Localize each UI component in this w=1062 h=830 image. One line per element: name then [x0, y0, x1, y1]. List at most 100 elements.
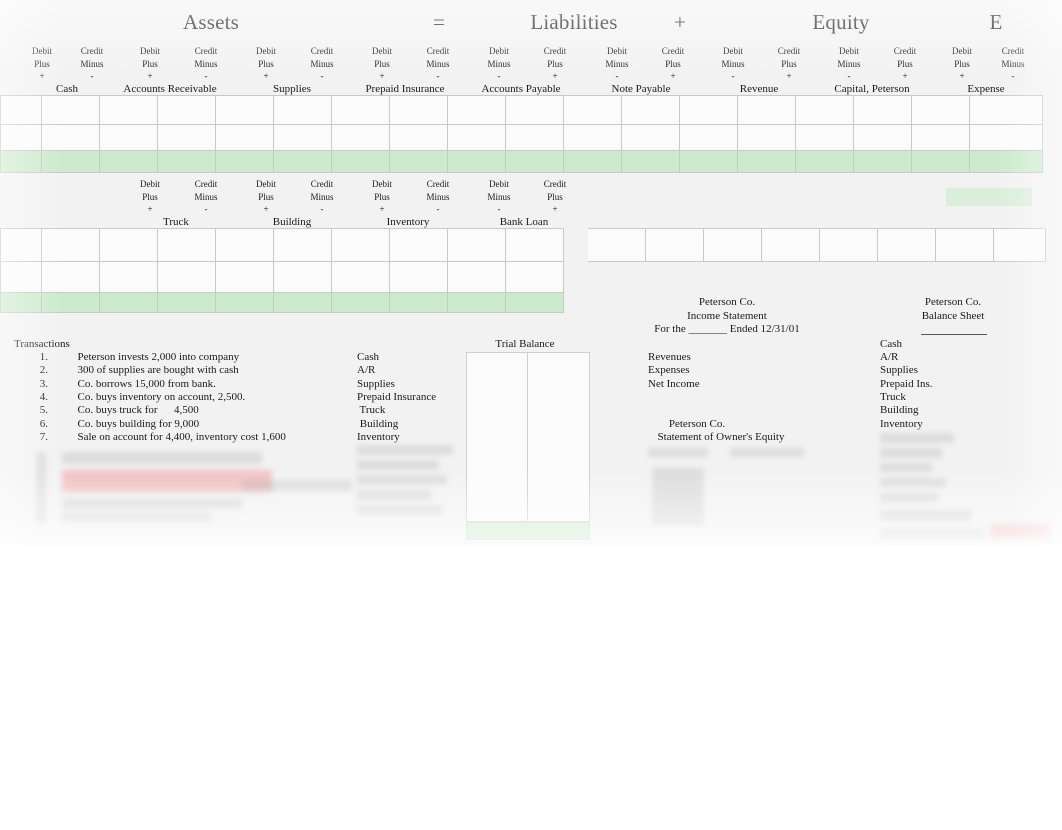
cell[interactable]: [738, 125, 796, 151]
cell[interactable]: [506, 262, 564, 293]
balance-cell[interactable]: [796, 151, 854, 173]
cell[interactable]: [912, 125, 970, 151]
balance-sheet-title: Balance Sheet: [921, 310, 985, 322]
cell[interactable]: [390, 95, 448, 125]
balance-cell[interactable]: [854, 151, 912, 173]
cell[interactable]: [878, 228, 936, 262]
cell[interactable]: [0, 125, 42, 151]
balance-cell[interactable]: [448, 293, 506, 313]
cell[interactable]: [646, 228, 704, 262]
cell[interactable]: [390, 262, 448, 293]
cell[interactable]: [158, 125, 216, 151]
balance-cell[interactable]: [738, 151, 796, 173]
balance-cell[interactable]: [274, 293, 332, 313]
cell[interactable]: [738, 95, 796, 125]
balance-cell[interactable]: [390, 151, 448, 173]
cell[interactable]: [332, 95, 390, 125]
balance-cell[interactable]: [680, 151, 738, 173]
balance-cell[interactable]: [506, 151, 564, 173]
cell[interactable]: [970, 125, 1043, 151]
cell[interactable]: [216, 262, 274, 293]
cell[interactable]: [680, 125, 738, 151]
cell[interactable]: [994, 228, 1046, 262]
balance-cell[interactable]: [332, 151, 390, 173]
trial-balance-credit-column[interactable]: [528, 352, 590, 522]
cell[interactable]: [622, 95, 680, 125]
balance-cell[interactable]: [158, 151, 216, 173]
cell[interactable]: [448, 262, 506, 293]
faded-scan-artifact: [62, 470, 272, 492]
cell[interactable]: [100, 228, 158, 262]
cell[interactable]: [796, 125, 854, 151]
trial-balance-total-row[interactable]: [466, 522, 590, 540]
cell[interactable]: [274, 125, 332, 151]
cell[interactable]: [100, 95, 158, 125]
cell[interactable]: [448, 125, 506, 151]
cell[interactable]: [564, 95, 622, 125]
balance-cell[interactable]: [912, 151, 970, 173]
balance-cell[interactable]: [390, 293, 448, 313]
taccount-row2-data-2: [0, 262, 588, 293]
cell[interactable]: [506, 95, 564, 125]
cell[interactable]: [390, 125, 448, 151]
cell[interactable]: [936, 228, 994, 262]
cell[interactable]: [42, 262, 100, 293]
cell[interactable]: [390, 228, 448, 262]
cell[interactable]: [820, 228, 878, 262]
cell[interactable]: [588, 228, 646, 262]
balance-cell[interactable]: [100, 293, 158, 313]
cell[interactable]: [42, 95, 100, 125]
cell[interactable]: [100, 262, 158, 293]
cell[interactable]: [970, 95, 1043, 125]
cell[interactable]: [216, 125, 274, 151]
cell[interactable]: [274, 262, 332, 293]
cell[interactable]: [796, 95, 854, 125]
cell[interactable]: [332, 228, 390, 262]
transaction-text: Co. buys building for 9,000: [77, 418, 200, 430]
balance-cell[interactable]: [622, 151, 680, 173]
cell[interactable]: [42, 125, 100, 151]
cell[interactable]: [332, 262, 390, 293]
cell[interactable]: [448, 228, 506, 262]
cell[interactable]: [274, 95, 332, 125]
balance-cell[interactable]: [42, 151, 100, 173]
balance-cell[interactable]: [274, 151, 332, 173]
balance-cell[interactable]: [216, 151, 274, 173]
cell[interactable]: [506, 228, 564, 262]
balance-cell[interactable]: [158, 293, 216, 313]
cell[interactable]: [506, 125, 564, 151]
balance-cell[interactable]: [216, 293, 274, 313]
cell[interactable]: [854, 95, 912, 125]
cell[interactable]: [0, 95, 42, 125]
cell[interactable]: [158, 95, 216, 125]
balance-cell[interactable]: [564, 151, 622, 173]
cell[interactable]: [158, 228, 216, 262]
cell[interactable]: [912, 95, 970, 125]
balance-cell[interactable]: [448, 151, 506, 173]
balance-cell[interactable]: [0, 293, 42, 313]
cell[interactable]: [564, 125, 622, 151]
cell[interactable]: [762, 228, 820, 262]
cell[interactable]: [274, 228, 332, 262]
cell[interactable]: [0, 262, 42, 293]
balance-cell[interactable]: [0, 151, 42, 173]
cell[interactable]: [680, 95, 738, 125]
cell[interactable]: [622, 125, 680, 151]
cell[interactable]: [854, 125, 912, 151]
cell[interactable]: [216, 228, 274, 262]
label-sign: -: [436, 204, 440, 215]
cell[interactable]: [216, 95, 274, 125]
cell[interactable]: [100, 125, 158, 151]
cell[interactable]: [0, 228, 42, 262]
cell[interactable]: [158, 262, 216, 293]
balance-cell[interactable]: [970, 151, 1043, 173]
balance-cell[interactable]: [100, 151, 158, 173]
cell[interactable]: [704, 228, 762, 262]
trial-balance-debit-column[interactable]: [466, 352, 528, 522]
cell[interactable]: [42, 228, 100, 262]
cell[interactable]: [448, 95, 506, 125]
cell[interactable]: [332, 125, 390, 151]
balance-cell[interactable]: [42, 293, 100, 313]
balance-cell[interactable]: [506, 293, 564, 313]
balance-cell[interactable]: [332, 293, 390, 313]
